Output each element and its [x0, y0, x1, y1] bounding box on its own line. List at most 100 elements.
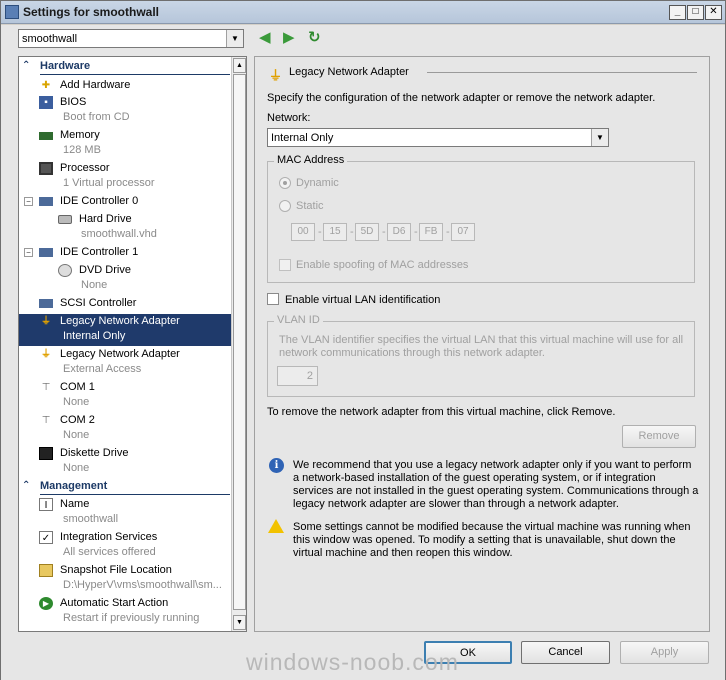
vlan-description-line1: The VLAN identifier specifies the virtua… [279, 334, 684, 346]
tree-item-ide-controller-1[interactable]: − IDE Controller 1 [19, 245, 231, 262]
mac-separator: - [446, 226, 450, 238]
tree-item-name[interactable]: I Name smoothwall [19, 497, 231, 529]
dynamic-label: Dynamic [296, 177, 339, 189]
memory-icon [39, 132, 53, 140]
tree-scrollbar[interactable]: ▲ ▼ [231, 57, 246, 631]
network-adapter-icon: ⏚ [269, 68, 283, 83]
mac-address-group-label: MAC Address [274, 154, 348, 166]
tree-item-bios[interactable]: ▪ BIOS Boot from CD [19, 95, 231, 127]
network-adapter-icon: ⏚ [41, 349, 51, 360]
mac-spoofing-label: Enable spoofing of MAC addresses [296, 259, 469, 271]
tree-item-snapshot-file-location[interactable]: Snapshot File Location D:\HyperV\vms\smo… [19, 563, 231, 595]
com-port-icon: ⊤ [41, 382, 51, 393]
panel-description: Specify the configuration of the network… [267, 92, 656, 104]
panel-header: ⏚ Legacy Network Adapter [267, 65, 697, 83]
warning-message: Some settings cannot be modified because… [293, 521, 691, 559]
mac-separator: - [414, 226, 418, 238]
mac-spoofing-checkbox[interactable] [279, 259, 291, 271]
tree-item-memory[interactable]: Memory 128 MB [19, 128, 231, 160]
static-radio[interactable] [279, 200, 291, 212]
scroll-up-icon[interactable]: ▲ [233, 58, 246, 73]
tree-item-dvd-drive[interactable]: DVD Drive None [19, 263, 231, 295]
tree-item-legacy-network-adapter-external[interactable]: ⏚ Legacy Network Adapter External Access [19, 347, 231, 379]
window-title: Settings for smoothwall [23, 5, 160, 19]
forward-icon[interactable]: ▶ [283, 30, 295, 46]
hard-drive-icon [58, 215, 72, 224]
section-management[interactable]: ⌃ Management [20, 480, 230, 495]
refresh-icon[interactable]: ↻ [308, 30, 321, 46]
name-icon: I [39, 498, 53, 511]
tree-item-integration-services[interactable]: ✓ Integration Services All services offe… [19, 530, 231, 562]
settings-panel: ⏚ Legacy Network Adapter Specify the con… [254, 56, 710, 632]
title-bar: Settings for smoothwall _ □ ✕ [1, 1, 725, 24]
app-icon [5, 5, 19, 19]
ide-controller-icon [39, 197, 53, 206]
bios-icon: ▪ [39, 96, 53, 109]
mac-octet-4[interactable]: D6 [387, 223, 411, 241]
vlan-id-group: VLAN ID [267, 314, 695, 397]
tree-item-ide-controller-0[interactable]: − IDE Controller 0 [19, 194, 231, 211]
settings-window: Settings for smoothwall _ □ ✕ smoothwall… [0, 0, 726, 680]
collapse-toggle-icon[interactable]: − [24, 197, 33, 206]
tree-item-hard-drive[interactable]: Hard Drive smoothwall.vhd [19, 212, 231, 244]
minimize-button[interactable]: _ [669, 5, 686, 20]
network-label: Network: [267, 112, 311, 124]
scsi-controller-icon [39, 299, 53, 308]
mac-octet-6[interactable]: 07 [451, 223, 475, 241]
add-hardware-icon: ✚ [41, 80, 51, 91]
vlan-checkbox[interactable] [267, 293, 279, 305]
start-action-icon: ▶ [39, 597, 53, 610]
mac-octet-2[interactable]: 15 [323, 223, 347, 241]
tree-item-add-hardware[interactable]: ✚ Add Hardware [19, 78, 231, 95]
processor-icon [39, 162, 53, 175]
dvd-icon [58, 264, 72, 277]
tree-item-legacy-network-adapter-internal[interactable]: ⏚ Legacy Network Adapter Internal Only [19, 314, 231, 346]
remove-button[interactable]: Remove [622, 425, 696, 448]
dynamic-radio[interactable] [279, 177, 291, 189]
vlan-id-group-label: VLAN ID [274, 314, 323, 326]
mac-separator: - [382, 226, 386, 238]
vm-select[interactable]: smoothwall ▼ [18, 29, 244, 48]
folder-icon [39, 564, 53, 577]
tree-item-scsi-controller[interactable]: SCSI Controller [19, 296, 231, 313]
static-label: Static [296, 200, 324, 212]
collapse-icon[interactable]: ⌃ [22, 60, 30, 71]
cancel-button[interactable]: Cancel [521, 641, 610, 664]
collapse-icon[interactable]: ⌃ [22, 480, 30, 491]
vlan-description-line2: network communications through this netw… [279, 347, 545, 359]
ide-controller-icon [39, 248, 53, 257]
network-select-value: Internal Only [271, 132, 334, 144]
scroll-thumb[interactable] [233, 74, 246, 610]
diskette-icon [39, 447, 53, 460]
tree-item-diskette-drive[interactable]: Diskette Drive None [19, 446, 231, 478]
chevron-down-icon[interactable]: ▼ [591, 129, 608, 146]
vlan-checkbox-label: Enable virtual LAN identification [285, 294, 441, 306]
apply-button[interactable]: Apply [620, 641, 709, 664]
integration-services-icon: ✓ [39, 531, 53, 544]
mac-octet-3[interactable]: 5D [355, 223, 379, 241]
tree-item-processor[interactable]: Processor 1 Virtual processor [19, 161, 231, 193]
network-select[interactable]: Internal Only ▼ [267, 128, 609, 147]
vm-select-value: smoothwall [22, 33, 78, 45]
back-icon[interactable]: ◀ [259, 30, 271, 46]
close-button[interactable]: ✕ [705, 5, 722, 20]
remove-instructions: To remove the network adapter from this … [267, 406, 616, 418]
collapse-toggle-icon[interactable]: − [24, 248, 33, 257]
maximize-button[interactable]: □ [687, 5, 704, 20]
mac-separator: - [318, 226, 322, 238]
mac-octet-1[interactable]: 00 [291, 223, 315, 241]
tree-item-automatic-start-action[interactable]: ▶ Automatic Start Action Restart if prev… [19, 596, 231, 628]
settings-tree: ⌃ Hardware ✚ Add Hardware ▪ BIOS Boot fr… [18, 56, 247, 632]
tree-item-com-1[interactable]: ⊤ COM 1 None [19, 380, 231, 412]
network-adapter-icon: ⏚ [41, 316, 51, 327]
vlan-id-input[interactable]: 2 [277, 366, 318, 386]
mac-octet-5[interactable]: FB [419, 223, 443, 241]
info-icon: i [269, 458, 284, 473]
tree-item-com-2[interactable]: ⊤ COM 2 None [19, 413, 231, 445]
panel-title: Legacy Network Adapter [289, 66, 409, 78]
chevron-down-icon[interactable]: ▼ [226, 30, 243, 47]
section-hardware[interactable]: ⌃ Hardware [20, 60, 230, 75]
scroll-down-icon[interactable]: ▼ [233, 615, 246, 630]
com-port-icon: ⊤ [41, 415, 51, 426]
warning-icon [268, 519, 284, 533]
